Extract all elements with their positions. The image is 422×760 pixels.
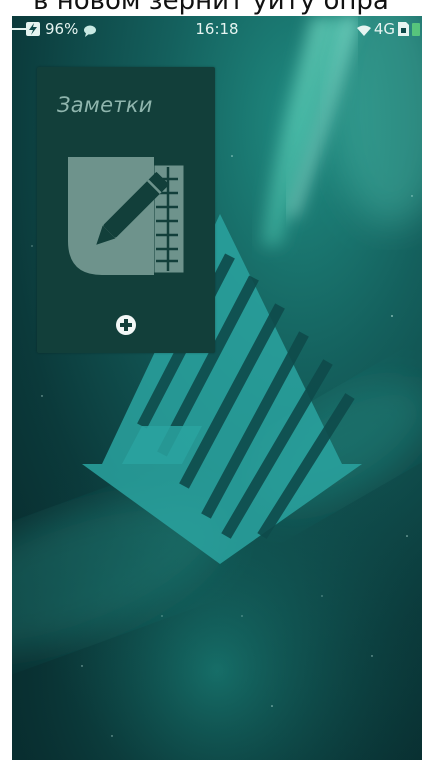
notes-pencil-icon <box>68 157 184 275</box>
add-icon[interactable] <box>115 314 137 336</box>
sim-card-icon <box>398 22 409 36</box>
wifi-icon <box>356 23 371 36</box>
page-caption: в новом зернит уиту опра <box>0 0 422 16</box>
battery-icon <box>412 22 420 36</box>
phone-screen: 96% 16:18 4G Заметки <box>12 16 422 760</box>
caption-text: в новом зернит уиту опра <box>33 0 389 16</box>
notes-app-cover[interactable]: Заметки <box>37 67 215 353</box>
cover-title: Заметки <box>57 93 153 117</box>
status-right: 4G <box>356 20 420 38</box>
network-type: 4G <box>373 20 395 38</box>
status-bar: 96% 16:18 4G <box>12 16 422 44</box>
